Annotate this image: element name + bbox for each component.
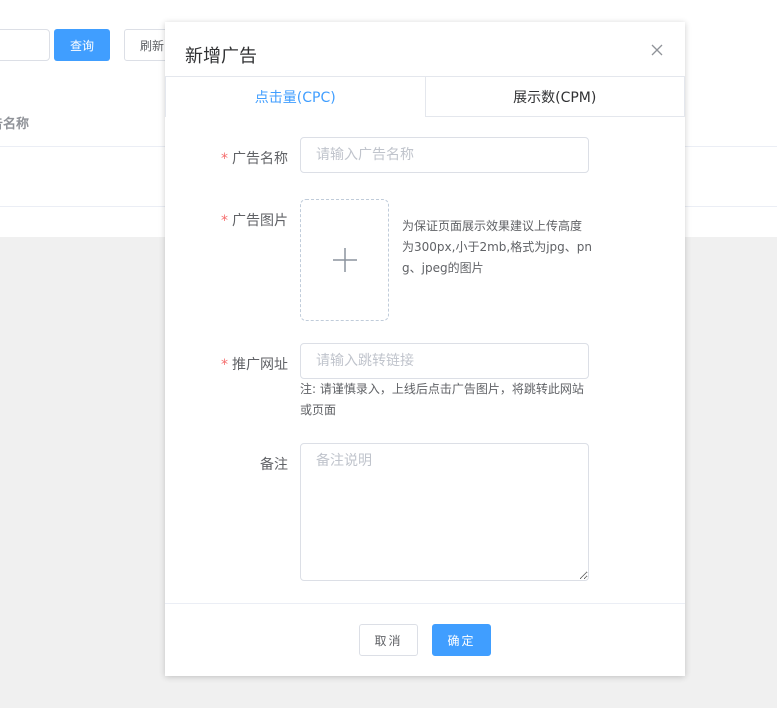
image-uploader[interactable]	[300, 199, 389, 321]
image-hint-line: 为保证页面展示效果建议上传高度	[402, 219, 583, 233]
tab-cpm[interactable]: 展示数(CPM)	[425, 77, 685, 116]
background-search-input[interactable]	[0, 29, 50, 61]
promo-url-label-text: 推广网址	[232, 357, 288, 373]
footer-divider	[165, 603, 685, 604]
query-button[interactable]: 查询	[54, 29, 110, 61]
ad-image-label: * 广告图片	[178, 210, 288, 230]
ad-name-input[interactable]	[300, 137, 589, 173]
plus-icon	[332, 247, 358, 273]
dialog-title: 新增广告	[185, 46, 257, 67]
image-hint: 为保证页面展示效果建议上传高度 为300px,小于2mb,格式为jpg、pn g…	[402, 216, 592, 279]
required-mark: *	[221, 151, 228, 167]
image-hint-line: 为300px,小于2mb,格式为jpg、pn	[402, 240, 592, 254]
ad-name-label: * 广告名称	[178, 148, 288, 168]
promo-url-note-line: 或页面	[300, 403, 337, 417]
remark-textarea[interactable]	[300, 443, 589, 581]
ad-name-label-text: 广告名称	[232, 151, 288, 167]
confirm-button[interactable]: 确定	[432, 624, 491, 656]
table-column-header: 告名称	[0, 117, 30, 132]
promo-url-note-line: 注: 请谨慎录入，上线后点击广告图片，将跳转此网站	[300, 382, 584, 396]
promo-url-label: * 推广网址	[178, 354, 288, 374]
ad-image-label-text: 广告图片	[232, 213, 288, 229]
required-mark: *	[221, 357, 228, 373]
cancel-button[interactable]: 取消	[359, 624, 418, 656]
pricing-tabs: 点击量(CPC) 展示数(CPM)	[165, 76, 685, 117]
image-hint-line: g、jpeg的图片	[402, 261, 484, 275]
remark-label: 备注	[260, 457, 288, 473]
promo-url-input[interactable]	[300, 343, 589, 379]
tab-cpc[interactable]: 点击量(CPC)	[165, 77, 426, 117]
promo-url-note: 注: 请谨慎录入，上线后点击广告图片，将跳转此网站 或页面	[300, 379, 584, 421]
add-ad-dialog: 新增广告 点击量(CPC) 展示数(CPM) *广告名称 *广告图片 为保证页面…	[165, 22, 685, 676]
required-mark: *	[221, 213, 228, 229]
close-icon[interactable]	[648, 41, 666, 59]
